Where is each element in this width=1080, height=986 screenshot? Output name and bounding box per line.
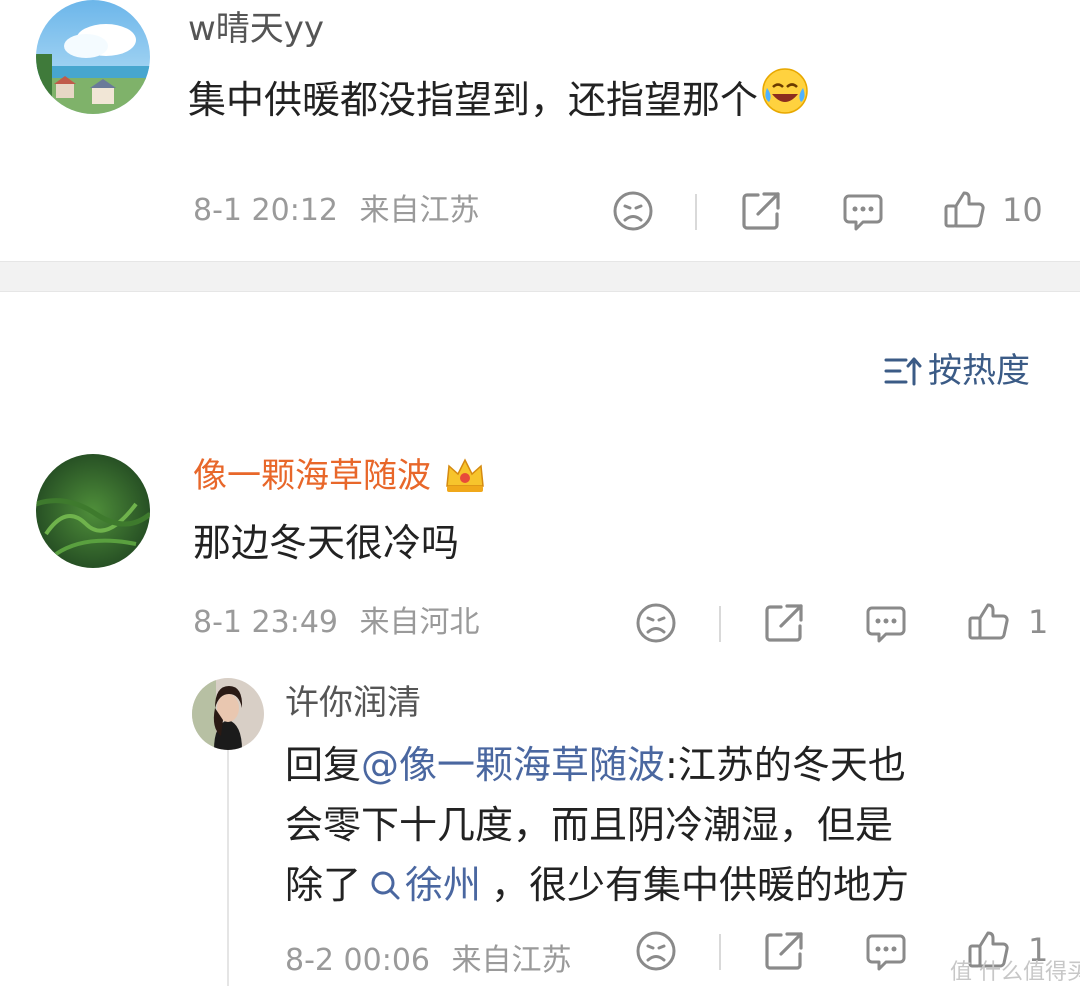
share-icon (765, 932, 803, 970)
dislike-button[interactable] (612, 190, 654, 232)
comment-button[interactable] (841, 190, 885, 234)
comment-bubble-icon (866, 934, 906, 971)
mention-link[interactable]: @像一颗海草随波 (361, 743, 665, 787)
reply-line-3: 除了 徐州 ，很少有集中供暖的地方 (285, 855, 909, 915)
topic-label: 徐州 (405, 863, 482, 907)
comment-header: 像一颗海草随波 (193, 456, 487, 496)
comment-location: 来自江苏 (359, 193, 480, 228)
topic-link[interactable]: 徐州 (369, 855, 481, 915)
section-divider (0, 261, 1080, 292)
comment-location: 来自河北 (359, 605, 480, 640)
sort-toggle[interactable]: 按热度 (884, 354, 1030, 388)
share-button[interactable] (763, 602, 805, 644)
sort-icon (884, 357, 922, 386)
like-button[interactable]: 1 (966, 600, 1048, 644)
share-icon (742, 192, 780, 230)
comment-username[interactable]: w晴天yy (188, 12, 324, 46)
reply-thread-line (227, 745, 229, 986)
sort-label: 按热度 (928, 351, 1030, 391)
reply-username[interactable]: 许你润清 (285, 686, 421, 720)
action-separator (719, 606, 721, 642)
comment-text: 集中供暖都没指望到，还指望那个 (188, 77, 759, 122)
avatar[interactable] (36, 0, 150, 114)
comment-username[interactable]: 像一颗海草随波 (193, 459, 431, 493)
reply-prefix: 回复 (285, 743, 362, 787)
reply-meta: 8-2 00:06 来自江苏 (285, 946, 572, 976)
comment-button[interactable] (864, 930, 908, 974)
comment-bubble-icon (866, 606, 906, 643)
reply-line-1: 回复@像一颗海草随波:江苏的冬天也 (285, 735, 909, 795)
reply-time: 8-2 00:06 (285, 943, 430, 978)
dislike-button[interactable] (635, 930, 677, 972)
crown-icon (446, 458, 484, 492)
like-count: 10 (1002, 191, 1043, 229)
crying-laugh-emoji-icon (760, 66, 810, 133)
comment-content: 集中供暖都没指望到，还指望那个 (188, 66, 810, 133)
action-separator (695, 194, 697, 230)
search-icon (371, 871, 400, 900)
comment-content: 那边冬天很冷吗 (193, 521, 460, 565)
comment-meta: 8-1 23:49 来自河北 (193, 608, 480, 638)
reply-text-3b: ，很少有集中供暖的地方 (491, 863, 910, 907)
action-separator (719, 934, 721, 970)
comment-time: 8-1 23:49 (193, 605, 338, 640)
sad-face-icon (636, 603, 676, 643)
share-icon (765, 604, 803, 642)
like-button[interactable]: 10 (942, 188, 1043, 232)
sad-face-icon (636, 931, 676, 971)
comment-bubble-icon (843, 194, 883, 231)
reply-content: 回复@像一颗海草随波:江苏的冬天也 会零下十几度，而且阴冷潮湿，但是 除了 徐州… (285, 735, 909, 915)
avatar[interactable] (192, 678, 264, 750)
comment-time: 8-1 20:12 (193, 193, 338, 228)
sad-face-icon (613, 191, 653, 231)
comment-button[interactable] (864, 602, 908, 646)
share-button[interactable] (763, 930, 805, 972)
like-count: 1 (1028, 603, 1049, 641)
reply-text-1: :江苏的冬天也 (665, 743, 906, 787)
share-button[interactable] (740, 190, 782, 232)
dislike-button[interactable] (635, 602, 677, 644)
comment-meta: 8-1 20:12 来自江苏 (193, 196, 480, 226)
reply-location: 来自江苏 (451, 943, 572, 978)
thumbs-up-icon (944, 191, 985, 228)
reply-line-2: 会零下十几度，而且阴冷潮湿，但是 (285, 803, 894, 847)
reply-text-3a: 除了 (285, 863, 362, 907)
avatar[interactable] (36, 454, 150, 568)
thumbs-up-icon (968, 603, 1009, 640)
watermark: 值 什么值得买 (950, 960, 1080, 985)
